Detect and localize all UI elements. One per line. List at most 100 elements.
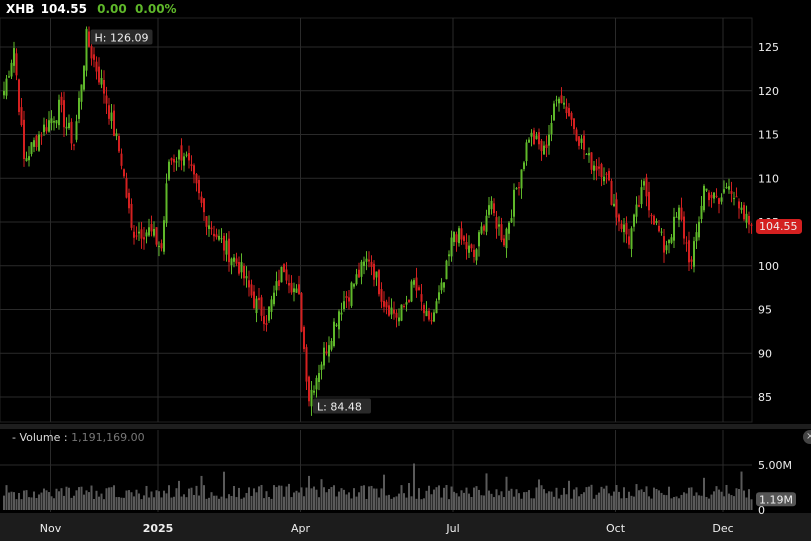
candle (113, 110, 115, 136)
volume-bar (688, 487, 690, 510)
volume-bar (140, 499, 143, 510)
close-volume-icon[interactable]: × (803, 430, 811, 444)
y-tick-label: 90 (758, 347, 772, 360)
volume-bar (383, 474, 385, 510)
volume-bar (595, 494, 598, 510)
volume-bar (113, 485, 115, 510)
volume-bar (225, 498, 228, 510)
candle (40, 135, 43, 137)
volume-bar (223, 471, 225, 510)
candle (433, 312, 435, 322)
candle (648, 191, 650, 211)
volume-bar (498, 495, 500, 510)
volume-bar (393, 497, 395, 510)
y-tick-label: 125 (758, 41, 779, 54)
candle (480, 226, 483, 234)
candle (170, 158, 173, 161)
price-chart[interactable]: 859095100105110115120125Nov2025AprJulOct… (0, 0, 811, 541)
volume-bar (548, 491, 550, 510)
volume-bar (665, 495, 668, 510)
candle (683, 216, 685, 239)
candle (158, 245, 160, 247)
candle (503, 238, 505, 246)
volume-bar (328, 489, 330, 510)
candle (53, 121, 55, 123)
volume-bar (583, 492, 585, 510)
candle (458, 228, 460, 244)
candle (453, 231, 455, 243)
candle (738, 201, 740, 209)
volume-bar (630, 495, 633, 510)
candle (598, 166, 600, 169)
candle (645, 177, 648, 197)
candle (720, 197, 723, 202)
candle (160, 243, 163, 249)
candle (25, 158, 28, 162)
candle (345, 296, 348, 299)
volume-label[interactable]: - Volume : (12, 431, 68, 444)
volume-bar (525, 491, 528, 510)
candle (608, 170, 610, 181)
candle (265, 323, 268, 325)
candle (438, 292, 440, 300)
volume-bar (400, 485, 403, 510)
candle (363, 261, 365, 266)
candle (243, 265, 245, 279)
volume-bar (95, 490, 98, 510)
candle (190, 164, 193, 166)
volume-bar (663, 494, 665, 510)
candle (518, 187, 520, 189)
candle (218, 235, 220, 240)
volume-bar (673, 497, 675, 510)
candle (283, 264, 285, 273)
candle (735, 196, 738, 198)
volume-bar (33, 491, 35, 510)
volume-bar (215, 495, 218, 510)
candle (668, 240, 670, 244)
volume-bar (348, 492, 350, 510)
volume-bar (670, 498, 673, 510)
volume-bar (195, 485, 198, 510)
volume-bar (175, 488, 178, 510)
candle (510, 218, 513, 223)
volume-bar (63, 495, 65, 510)
volume-bar (648, 496, 650, 510)
volume-bar (150, 491, 153, 510)
volume-bar (680, 494, 683, 510)
candle (348, 297, 350, 302)
volume-bar (118, 497, 120, 510)
volume-bar (220, 496, 223, 510)
candle (38, 134, 40, 151)
candle (83, 65, 85, 90)
time-axis (0, 513, 811, 541)
candle (98, 66, 100, 83)
volume-bar (540, 485, 543, 510)
volume-bar (110, 487, 113, 510)
volume-bar (5, 485, 8, 510)
volume-bar (253, 488, 255, 510)
candle (495, 217, 498, 229)
volume-bar (545, 493, 548, 510)
volume-bar (600, 486, 603, 510)
candle (318, 373, 320, 383)
volume-bar (735, 488, 738, 510)
candle (273, 292, 275, 305)
candle (430, 320, 433, 322)
candle (633, 214, 635, 227)
x-tick-label: Oct (606, 522, 626, 535)
volume-bar (218, 498, 220, 510)
volume-bar (375, 488, 378, 510)
candle (478, 232, 480, 247)
candle (618, 214, 620, 222)
volume-bar (733, 496, 735, 510)
volume-bar (335, 496, 338, 510)
volume-bar (53, 498, 55, 510)
candle (625, 222, 628, 235)
candle (300, 293, 303, 332)
candle (705, 188, 708, 191)
candle (140, 229, 143, 239)
volume-bar (700, 495, 703, 510)
volume-bar (435, 487, 438, 510)
candle (203, 198, 205, 213)
volume-bar (295, 490, 298, 510)
